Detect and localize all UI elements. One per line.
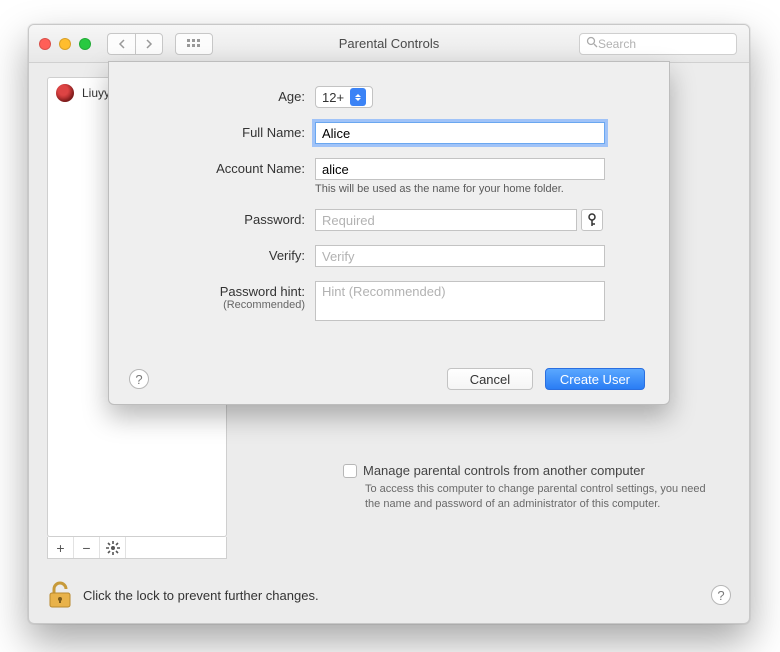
action-menu-button[interactable] — [100, 537, 126, 558]
checkbox-icon — [343, 464, 357, 478]
nav-buttons — [107, 33, 163, 55]
sheet-footer: ? Cancel Create User — [129, 368, 645, 390]
row-hint: Password hint: (Recommended) — [135, 281, 643, 324]
password-assistant-button[interactable] — [581, 209, 603, 231]
search-field[interactable] — [579, 33, 737, 55]
label-password: Password: — [135, 209, 315, 227]
label-account-name: Account Name: — [135, 158, 315, 176]
create-user-button[interactable]: Create User — [545, 368, 645, 390]
hint-input[interactable] — [315, 281, 605, 321]
row-verify: Verify: — [135, 245, 643, 267]
search-icon — [586, 36, 598, 51]
select-arrows-icon — [350, 88, 366, 106]
label-hint-sub: (Recommended) — [135, 299, 305, 311]
lock-text: Click the lock to prevent further change… — [83, 588, 319, 603]
show-all-button[interactable] — [175, 33, 213, 55]
full-name-input[interactable] — [315, 122, 605, 144]
label-hint-main: Password hint: — [220, 284, 305, 299]
lock-row: Click the lock to prevent further change… — [47, 581, 731, 609]
key-icon — [587, 213, 597, 227]
titlebar: Parental Controls — [29, 25, 749, 63]
age-select-value: 12+ — [322, 90, 344, 105]
label-age: Age: — [135, 86, 315, 104]
window-controls — [39, 38, 91, 50]
age-select[interactable]: 12+ — [315, 86, 373, 108]
add-user-button[interactable]: + — [48, 537, 74, 558]
row-age: Age: 12+ — [135, 86, 643, 108]
account-name-note: This will be used as the name for your h… — [315, 183, 643, 195]
search-input[interactable] — [598, 37, 730, 51]
manage-remote-label: Manage parental controls from another co… — [363, 463, 645, 478]
minimize-window-button[interactable] — [59, 38, 71, 50]
row-account-name: Account Name: This will be used as the n… — [135, 158, 643, 195]
sidebar-footer: + − — [47, 537, 227, 559]
label-hint: Password hint: (Recommended) — [135, 281, 315, 311]
lock-icon[interactable] — [47, 581, 73, 609]
zoom-window-button[interactable] — [79, 38, 91, 50]
gear-icon — [106, 541, 120, 555]
sheet-help-button[interactable]: ? — [129, 369, 149, 389]
manage-remote-section: Manage parental controls from another co… — [343, 463, 719, 513]
row-password: Password: — [135, 209, 643, 231]
forward-button[interactable] — [135, 33, 163, 55]
cancel-button[interactable]: Cancel — [447, 368, 533, 390]
account-name-input[interactable] — [315, 158, 605, 180]
row-full-name: Full Name: — [135, 122, 643, 144]
manage-remote-description: To access this computer to change parent… — [365, 482, 719, 513]
label-verify: Verify: — [135, 245, 315, 263]
user-avatar-icon — [56, 84, 74, 102]
label-full-name: Full Name: — [135, 122, 315, 140]
remove-user-button[interactable]: − — [74, 537, 100, 558]
close-window-button[interactable] — [39, 38, 51, 50]
password-input[interactable] — [315, 209, 577, 231]
help-button[interactable]: ? — [711, 585, 731, 605]
manage-remote-checkbox[interactable]: Manage parental controls from another co… — [343, 463, 719, 478]
verify-input[interactable] — [315, 245, 605, 267]
user-name-label: Liuyy — [82, 86, 110, 100]
back-button[interactable] — [107, 33, 135, 55]
create-user-sheet: Age: 12+ Full Name: Account Name: This w… — [108, 61, 670, 405]
